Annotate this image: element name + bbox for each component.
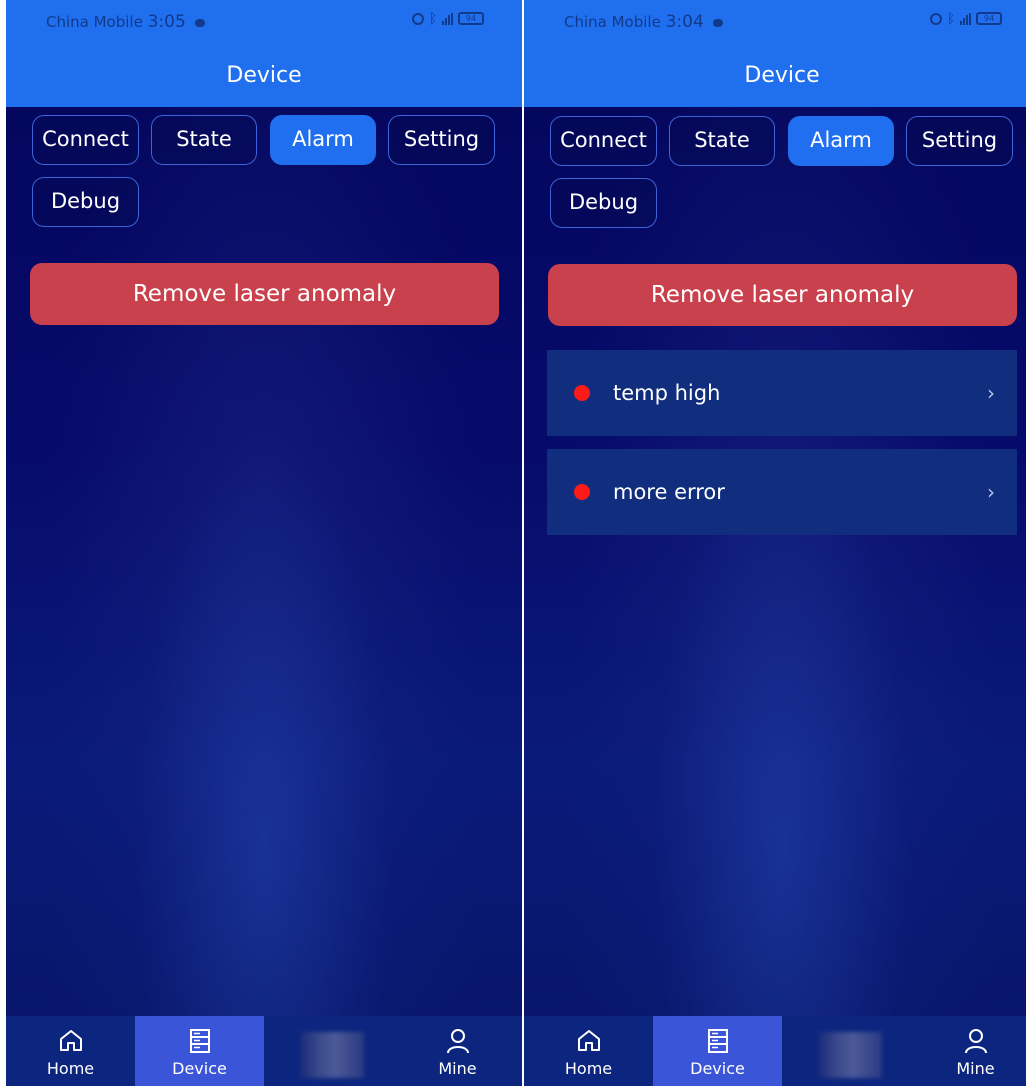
tab-debug[interactable]: Debug <box>32 177 139 227</box>
page-title: Device <box>6 45 522 107</box>
tab-setting[interactable]: Setting <box>388 115 495 165</box>
nav-blurred-item[interactable] <box>264 1016 393 1086</box>
nav-mine-label: Mine <box>956 1059 995 1078</box>
tab-setting[interactable]: Setting <box>906 116 1013 166</box>
bluetooth-icon: ᛒ <box>946 10 955 27</box>
home-icon <box>577 1030 600 1051</box>
chat-notification-icon <box>194 18 205 27</box>
status-time: 3:04 <box>665 12 704 32</box>
user-icon <box>964 1029 987 1054</box>
alarm-status-dot <box>574 484 590 500</box>
nav-mine[interactable]: Mine <box>911 1016 1026 1086</box>
device-icon <box>189 1029 210 1053</box>
bluetooth-icon: ᛒ <box>428 10 437 27</box>
device-icon <box>707 1029 728 1053</box>
user-icon <box>446 1029 469 1054</box>
nav-blurred-item[interactable] <box>782 1016 911 1086</box>
status-carrier: China Mobile 3:04 <box>564 12 723 32</box>
remove-laser-anomaly-button[interactable]: Remove laser anomaly <box>548 264 1017 326</box>
alarm-clock-icon <box>929 12 942 25</box>
tab-connect[interactable]: Connect <box>32 115 139 165</box>
nav-mine-label: Mine <box>438 1059 477 1078</box>
carrier-name: China Mobile <box>564 13 661 31</box>
nav-home[interactable]: Home <box>6 1016 135 1086</box>
tab-state[interactable]: State <box>151 115 257 165</box>
nav-device[interactable]: Device <box>135 1016 264 1086</box>
status-time: 3:05 <box>147 12 186 32</box>
alarm-item-temp-high[interactable]: temp high › <box>547 350 1017 436</box>
tab-connect[interactable]: Connect <box>550 116 657 166</box>
blurred-icon <box>300 1032 364 1078</box>
alarm-status-dot <box>574 385 590 401</box>
signal-icon <box>960 12 971 25</box>
battery-icon: 94 <box>976 12 1002 25</box>
nav-home[interactable]: Home <box>524 1016 653 1086</box>
alarm-label: more error <box>613 480 725 504</box>
phone-screen-left: China Mobile 3:05 ᛒ 94 Device Connect St… <box>6 0 522 1086</box>
tab-debug[interactable]: Debug <box>550 178 657 228</box>
blurred-icon <box>818 1032 882 1078</box>
carrier-name: China Mobile <box>46 13 143 31</box>
tab-alarm[interactable]: Alarm <box>788 116 894 166</box>
remove-laser-anomaly-button[interactable]: Remove laser anomaly <box>30 263 499 325</box>
page-title: Device <box>524 45 1026 107</box>
home-icon <box>59 1030 82 1051</box>
status-icons: ᛒ 94 <box>929 10 1002 27</box>
chevron-right-icon: › <box>987 381 995 405</box>
bottom-nav: Home Device Mine <box>524 1016 1026 1086</box>
alarm-label: temp high <box>613 381 721 405</box>
status-carrier: China Mobile 3:05 <box>46 12 205 32</box>
chat-notification-icon <box>712 18 723 27</box>
nav-home-label: Home <box>46 1059 95 1078</box>
alarm-clock-icon <box>411 12 424 25</box>
status-bar: China Mobile 3:04 ᛒ 94 <box>524 0 1026 45</box>
signal-icon <box>442 12 453 25</box>
tab-alarm[interactable]: Alarm <box>270 115 376 165</box>
chevron-right-icon: › <box>987 480 995 504</box>
battery-icon: 94 <box>458 12 484 25</box>
alarm-item-more-error[interactable]: more error › <box>547 449 1017 535</box>
nav-home-label: Home <box>564 1059 613 1078</box>
nav-device[interactable]: Device <box>653 1016 782 1086</box>
nav-device-label: Device <box>690 1059 745 1078</box>
bottom-nav: Home Device Mine <box>6 1016 522 1086</box>
phone-screen-right: China Mobile 3:04 ᛒ 94 Device Connect St… <box>524 0 1026 1086</box>
tab-state[interactable]: State <box>669 116 775 166</box>
status-icons: ᛒ 94 <box>411 10 484 27</box>
status-bar: China Mobile 3:05 ᛒ 94 <box>6 0 522 45</box>
nav-mine[interactable]: Mine <box>393 1016 522 1086</box>
nav-device-label: Device <box>172 1059 227 1078</box>
